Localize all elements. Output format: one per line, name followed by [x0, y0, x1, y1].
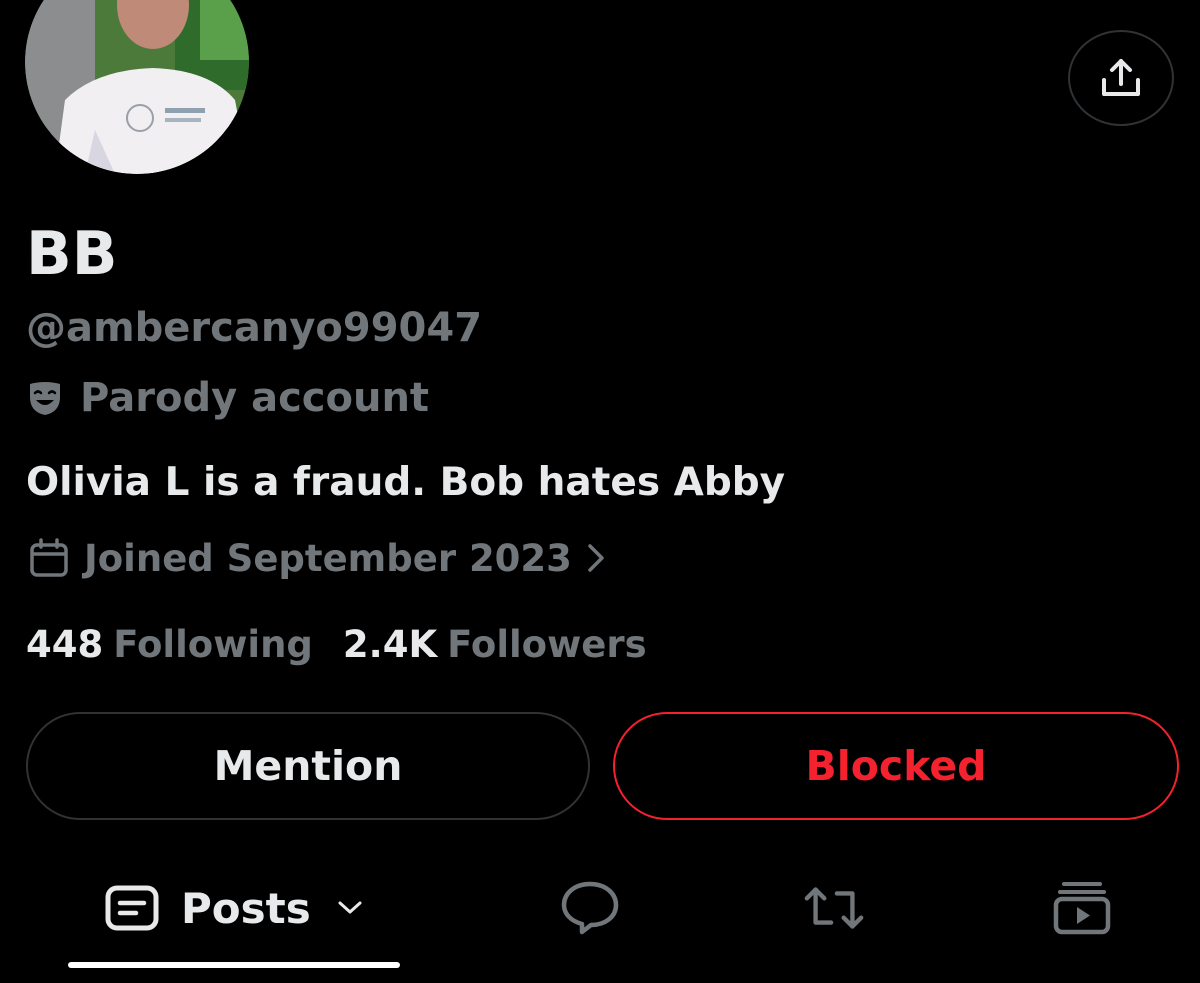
repost-icon	[804, 887, 864, 929]
following-count: 448	[26, 622, 104, 666]
calendar-icon	[30, 538, 68, 577]
share-button[interactable]	[1068, 30, 1174, 126]
avatar-photo	[25, 0, 249, 174]
reply-bubble-icon	[561, 881, 619, 935]
following-label: Following	[113, 622, 313, 666]
following-link[interactable]: 448 Following	[26, 623, 313, 666]
follow-stats: 448 Following 2.4K Followers	[26, 618, 647, 670]
display-name: BB	[26, 219, 118, 289]
profile-tabs: Posts	[0, 860, 1200, 970]
parody-label: Parody account	[26, 372, 429, 424]
tab-replies[interactable]	[558, 878, 622, 938]
followers-label: Followers	[447, 622, 647, 666]
media-icon	[1053, 882, 1111, 935]
profile-bio: Olivia L is a fraud. Bob hates Abby	[26, 460, 786, 505]
chevron-down-icon[interactable]	[337, 900, 363, 916]
joined-date[interactable]: Joined September 2023	[28, 532, 606, 584]
tab-reposts[interactable]	[802, 878, 866, 938]
theater-mask-icon	[30, 382, 60, 415]
blocked-button[interactable]: Blocked	[613, 712, 1179, 820]
mention-button[interactable]: Mention	[26, 712, 590, 820]
share-icon	[1102, 59, 1140, 96]
avatar[interactable]	[25, 0, 249, 174]
user-handle: @ambercanyo99047	[26, 305, 483, 351]
joined-date-text: Joined September 2023	[84, 536, 572, 580]
parody-label-text: Parody account	[80, 375, 430, 421]
followers-link[interactable]: 2.4K Followers	[343, 623, 647, 666]
followers-count: 2.4K	[342, 622, 438, 666]
chevron-right-icon	[588, 544, 604, 572]
tab-posts-label: Posts	[181, 883, 311, 933]
tab-media[interactable]	[1050, 878, 1114, 938]
posts-icon	[105, 885, 159, 931]
active-tab-indicator	[68, 962, 400, 968]
tab-posts[interactable]: Posts	[105, 872, 363, 944]
